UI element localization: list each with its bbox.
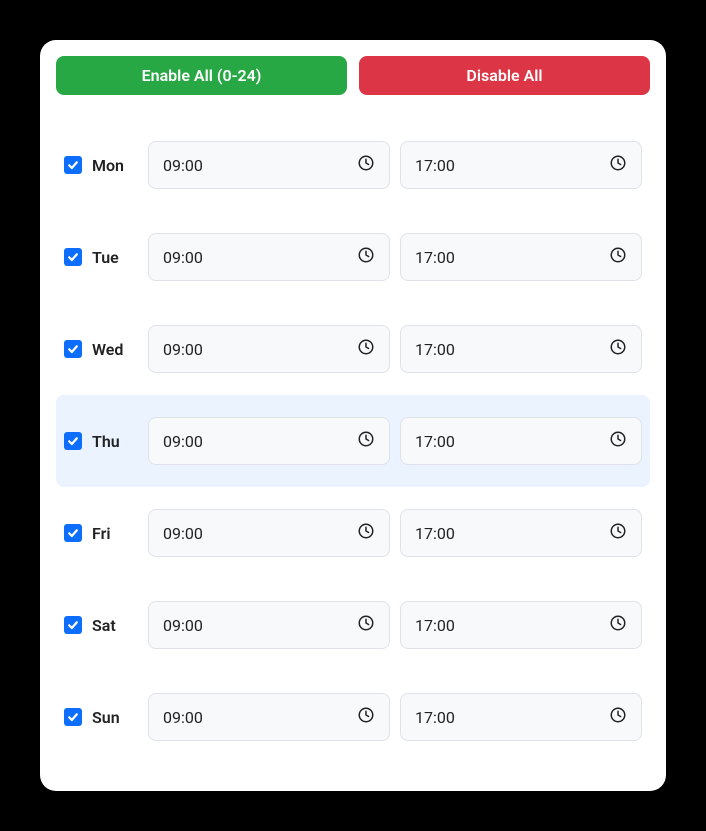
start-time-input-fri[interactable]: 09:00 — [148, 509, 390, 557]
end-time-value: 17:00 — [415, 340, 455, 359]
enable-all-button[interactable]: Enable All (0-24) — [56, 56, 347, 95]
end-time-input-sat[interactable]: 17:00 — [400, 601, 642, 649]
end-time-value: 17:00 — [415, 248, 455, 267]
day-label-mon: Mon — [92, 156, 138, 175]
clock-icon — [609, 522, 627, 544]
clock-icon — [609, 706, 627, 728]
day-row-tue: Tue 09:00 17:00 — [56, 211, 650, 303]
end-time-input-thu[interactable]: 17:00 — [400, 417, 642, 465]
end-time-input-tue[interactable]: 17:00 — [400, 233, 642, 281]
day-label-thu: Thu — [92, 432, 138, 451]
end-time-input-wed[interactable]: 17:00 — [400, 325, 642, 373]
schedule-card: Enable All (0-24) Disable All Mon 09:00 17… — [40, 40, 666, 791]
day-rows: Mon09:0017:00Tue09:0017:00Wed09:0017:00T… — [56, 119, 650, 763]
day-row-sat: Sat 09:00 17:00 — [56, 579, 650, 671]
start-time-value: 09:00 — [163, 616, 203, 635]
day-checkbox-sat[interactable] — [64, 616, 82, 634]
start-time-value: 09:00 — [163, 708, 203, 727]
day-label-tue: Tue — [92, 248, 138, 267]
disable-all-button[interactable]: Disable All — [359, 56, 650, 95]
end-time-input-mon[interactable]: 17:00 — [400, 141, 642, 189]
clock-icon — [609, 430, 627, 452]
clock-icon — [609, 154, 627, 176]
day-checkbox-sun[interactable] — [64, 708, 82, 726]
day-label-sat: Sat — [92, 616, 138, 635]
start-time-value: 09:00 — [163, 156, 203, 175]
day-row-sun: Sun 09:00 17:00 — [56, 671, 650, 763]
start-time-input-thu[interactable]: 09:00 — [148, 417, 390, 465]
end-time-value: 17:00 — [415, 156, 455, 175]
end-time-value: 17:00 — [415, 524, 455, 543]
start-time-value: 09:00 — [163, 432, 203, 451]
start-time-input-sat[interactable]: 09:00 — [148, 601, 390, 649]
day-checkbox-tue[interactable] — [64, 248, 82, 266]
day-row-wed: Wed 09:00 17:00 — [56, 303, 650, 395]
clock-icon — [357, 614, 375, 636]
clock-icon — [609, 338, 627, 360]
clock-icon — [609, 246, 627, 268]
clock-icon — [609, 614, 627, 636]
day-label-sun: Sun — [92, 708, 138, 727]
day-checkbox-mon[interactable] — [64, 156, 82, 174]
end-time-value: 17:00 — [415, 432, 455, 451]
day-row-fri: Fri 09:00 17:00 — [56, 487, 650, 579]
day-row-thu: Thu 09:00 17:00 — [56, 395, 650, 487]
clock-icon — [357, 154, 375, 176]
end-time-value: 17:00 — [415, 616, 455, 635]
end-time-value: 17:00 — [415, 708, 455, 727]
day-checkbox-wed[interactable] — [64, 340, 82, 358]
start-time-input-wed[interactable]: 09:00 — [148, 325, 390, 373]
clock-icon — [357, 338, 375, 360]
start-time-input-mon[interactable]: 09:00 — [148, 141, 390, 189]
clock-icon — [357, 522, 375, 544]
end-time-input-sun[interactable]: 17:00 — [400, 693, 642, 741]
clock-icon — [357, 706, 375, 728]
day-label-fri: Fri — [92, 524, 138, 543]
start-time-value: 09:00 — [163, 248, 203, 267]
day-checkbox-thu[interactable] — [64, 432, 82, 450]
button-row: Enable All (0-24) Disable All — [56, 56, 650, 95]
day-label-wed: Wed — [92, 340, 138, 359]
start-time-input-tue[interactable]: 09:00 — [148, 233, 390, 281]
day-row-mon: Mon 09:00 17:00 — [56, 119, 650, 211]
end-time-input-fri[interactable]: 17:00 — [400, 509, 642, 557]
start-time-value: 09:00 — [163, 340, 203, 359]
start-time-value: 09:00 — [163, 524, 203, 543]
clock-icon — [357, 246, 375, 268]
start-time-input-sun[interactable]: 09:00 — [148, 693, 390, 741]
day-checkbox-fri[interactable] — [64, 524, 82, 542]
clock-icon — [357, 430, 375, 452]
